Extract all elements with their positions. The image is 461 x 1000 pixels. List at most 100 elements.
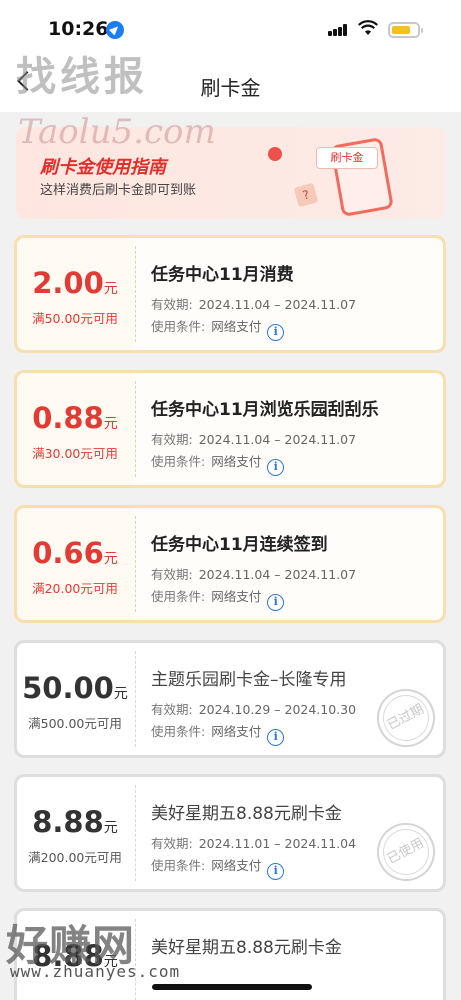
coupon-amount-area: 50.00元满500.00元可用 bbox=[17, 643, 133, 755]
coupon-divider bbox=[135, 785, 136, 881]
valid-period-label: 有效期: bbox=[151, 432, 193, 447]
use-condition-value: 网络支付 bbox=[211, 858, 262, 873]
coupon-body: 8.88元 满200.00元可用 美好星期五8.88元刷卡金 有效期: 2024.11.… bbox=[17, 777, 446, 892]
status-stamp: 已使用 bbox=[366, 812, 446, 892]
coupon-amount-unit: 元 bbox=[103, 820, 118, 836]
coupon-title: 任务中心11月连续签到 bbox=[151, 535, 328, 555]
coupon-min-spend: 满50.00元可用 bbox=[32, 311, 118, 326]
coupon-amount-unit: 元 bbox=[113, 686, 128, 702]
battery-icon bbox=[388, 22, 423, 38]
coupon-min-spend: 满30.00元可用 bbox=[32, 446, 118, 461]
valid-period-label: 有效期: bbox=[151, 567, 193, 582]
info-icon[interactable]: i bbox=[267, 729, 285, 746]
usage-guide-banner[interactable]: 刷卡金使用指南 这样消费后刷卡金即可到账 刷卡金 ? bbox=[16, 127, 446, 219]
coupon-amount-area: 0.66元满20.00元可用 bbox=[17, 508, 133, 620]
coupon-amount-value: 50.00 bbox=[22, 671, 114, 705]
coupon-body: 0.66元 满20.00元可用 任务中心11月连续签到 有效期: 2024.11.04 … bbox=[17, 508, 443, 620]
coupon-amount-unit: 元 bbox=[103, 551, 118, 567]
info-icon[interactable]: i bbox=[267, 863, 285, 880]
coupon-amount-area: 2.00元满50.00元可用 bbox=[17, 238, 133, 350]
coupon-divider bbox=[135, 919, 136, 1000]
coupon-title: 美好星期五8.88元刷卡金 bbox=[151, 938, 342, 958]
home-indicator bbox=[152, 984, 312, 990]
coupon-body: 0.88元 满30.00元可用 任务中心11月浏览乐园刮刮乐 有效期: 2024.11.… bbox=[17, 373, 443, 485]
coupon-title: 主题乐园刷卡金–长隆专用 bbox=[151, 670, 347, 690]
coupon-divider bbox=[135, 246, 136, 342]
info-icon[interactable]: i bbox=[267, 459, 285, 476]
guide-illustration: 刷卡金 ? bbox=[268, 133, 422, 217]
valid-period-value: 2024.11.01 – 2024.11.04 bbox=[198, 836, 357, 851]
coupon-use-condition: 使用条件: 网络支付 i bbox=[151, 855, 285, 880]
cellular-signal-icon bbox=[328, 24, 348, 36]
valid-period-label: 有效期: bbox=[151, 836, 193, 851]
coupon-body: 2.00元 满50.00元可用 任务中心11月消费 有效期: 2024.11.04 – … bbox=[17, 238, 443, 350]
coupon-title: 美好星期五8.88元刷卡金 bbox=[151, 804, 342, 824]
decor-dot-icon bbox=[268, 147, 282, 161]
valid-period-label: 有效期: bbox=[151, 297, 193, 312]
use-condition-label: 使用条件: bbox=[151, 724, 206, 739]
coupon-use-condition: 使用条件: 网络支付 i bbox=[151, 451, 285, 476]
use-condition-value: 网络支付 bbox=[211, 724, 262, 739]
coupon-amount: 0.88元 bbox=[17, 401, 133, 435]
coupon-amount-value: 0.88 bbox=[32, 401, 104, 435]
page-title: 刷卡金 bbox=[200, 76, 261, 100]
use-condition-value: 网络支付 bbox=[211, 454, 262, 469]
coupon-amount-value: 2.00 bbox=[32, 266, 104, 300]
wifi-icon bbox=[358, 20, 378, 35]
valid-period-value: 2024.10.29 – 2024.10.30 bbox=[198, 702, 357, 717]
coupon-min-spend: 满500.00元可用 bbox=[28, 716, 122, 731]
coupon-card[interactable]: 2.00元 满50.00元可用 任务中心11月消费 有效期: 2024.11.04 – … bbox=[14, 235, 446, 353]
coupon-card[interactable]: 0.66元 满20.00元可用 任务中心11月连续签到 有效期: 2024.11.04 … bbox=[14, 505, 446, 623]
status-bar: 10:26 bbox=[0, 0, 461, 56]
use-condition-label: 使用条件: bbox=[151, 454, 206, 469]
valid-period-value: 2024.11.04 – 2024.11.07 bbox=[198, 432, 357, 447]
coupon-amount: 50.00元 bbox=[17, 671, 133, 705]
coupon-divider bbox=[135, 381, 136, 477]
valid-period-value: 2024.11.04 – 2024.11.07 bbox=[198, 297, 357, 312]
use-condition-label: 使用条件: bbox=[151, 858, 206, 873]
coupon-card[interactable]: 8.88元 满200.00元可用 美好星期五8.88元刷卡金 有效期: 2024.11.… bbox=[14, 774, 446, 892]
guide-title: 刷卡金使用指南 bbox=[40, 157, 166, 178]
use-condition-label: 使用条件: bbox=[151, 589, 206, 604]
valid-period-value: 2024.11.04 – 2024.11.07 bbox=[198, 567, 357, 582]
coupon-amount-unit: 元 bbox=[103, 416, 118, 432]
use-condition-value: 网络支付 bbox=[211, 589, 262, 604]
coupon-divider bbox=[135, 651, 136, 747]
coupon-amount-area: 0.88元满30.00元可用 bbox=[17, 373, 133, 485]
coupon-divider bbox=[135, 516, 136, 612]
info-icon[interactable]: i bbox=[267, 594, 285, 611]
coupon-use-condition: 使用条件: 网络支付 i bbox=[151, 721, 285, 746]
guide-subtitle: 这样消费后刷卡金即可到账 bbox=[40, 183, 197, 198]
use-condition-label: 使用条件: bbox=[151, 319, 206, 334]
coupon-title: 任务中心11月消费 bbox=[151, 265, 294, 285]
coupon-valid-period: 有效期: 2024.11.01 – 2024.11.04 bbox=[151, 833, 356, 852]
coupon-card[interactable]: 0.88元 满30.00元可用 任务中心11月浏览乐园刮刮乐 有效期: 2024.11.… bbox=[14, 370, 446, 488]
coupon-amount-unit: 元 bbox=[103, 281, 118, 297]
coupon-amount: 2.00元 bbox=[17, 266, 133, 300]
guide-tag: 刷卡金 bbox=[316, 147, 378, 169]
coupon-amount: 0.66元 bbox=[17, 536, 133, 570]
coupon-amount: 8.88元 bbox=[17, 805, 133, 839]
coupon-amount-value: 0.66 bbox=[32, 536, 104, 570]
watermark-bottom-url: www.zhuanyes.com bbox=[10, 962, 181, 981]
coupon-use-condition: 使用条件: 网络支付 i bbox=[151, 586, 285, 611]
coupon-valid-period: 有效期: 2024.11.04 – 2024.11.07 bbox=[151, 294, 356, 313]
coupon-amount-value: 8.88 bbox=[32, 805, 104, 839]
coupon-title: 任务中心11月浏览乐园刮刮乐 bbox=[151, 400, 379, 420]
coupon-valid-period: 有效期: 2024.11.04 – 2024.11.07 bbox=[151, 564, 356, 583]
coupon-body: 50.00元 满500.00元可用 主题乐园刷卡金–长隆专用 有效期: 2024.10.… bbox=[17, 643, 446, 758]
coupon-card[interactable]: 50.00元 满500.00元可用 主题乐园刷卡金–长隆专用 有效期: 2024.10.… bbox=[14, 640, 446, 758]
status-stamp: 已过期 bbox=[366, 678, 446, 758]
coupon-min-spend: 满20.00元可用 bbox=[32, 581, 118, 596]
coupon-valid-period: 有效期: 2024.10.29 – 2024.10.30 bbox=[151, 699, 356, 718]
coupon-min-spend: 满200.00元可用 bbox=[28, 850, 122, 865]
coupon-amount-area: 8.88元满200.00元可用 bbox=[17, 777, 133, 889]
location-arrow-icon bbox=[106, 21, 124, 39]
coupon-valid-period: 有效期: 2024.11.04 – 2024.11.07 bbox=[151, 429, 356, 448]
use-condition-value: 网络支付 bbox=[211, 319, 262, 334]
info-icon[interactable]: i bbox=[267, 324, 285, 341]
status-time: 10:26 bbox=[48, 18, 109, 40]
coupon-use-condition: 使用条件: 网络支付 i bbox=[151, 316, 285, 341]
nav-bar: 刷卡金 bbox=[0, 56, 461, 112]
valid-period-label: 有效期: bbox=[151, 702, 193, 717]
